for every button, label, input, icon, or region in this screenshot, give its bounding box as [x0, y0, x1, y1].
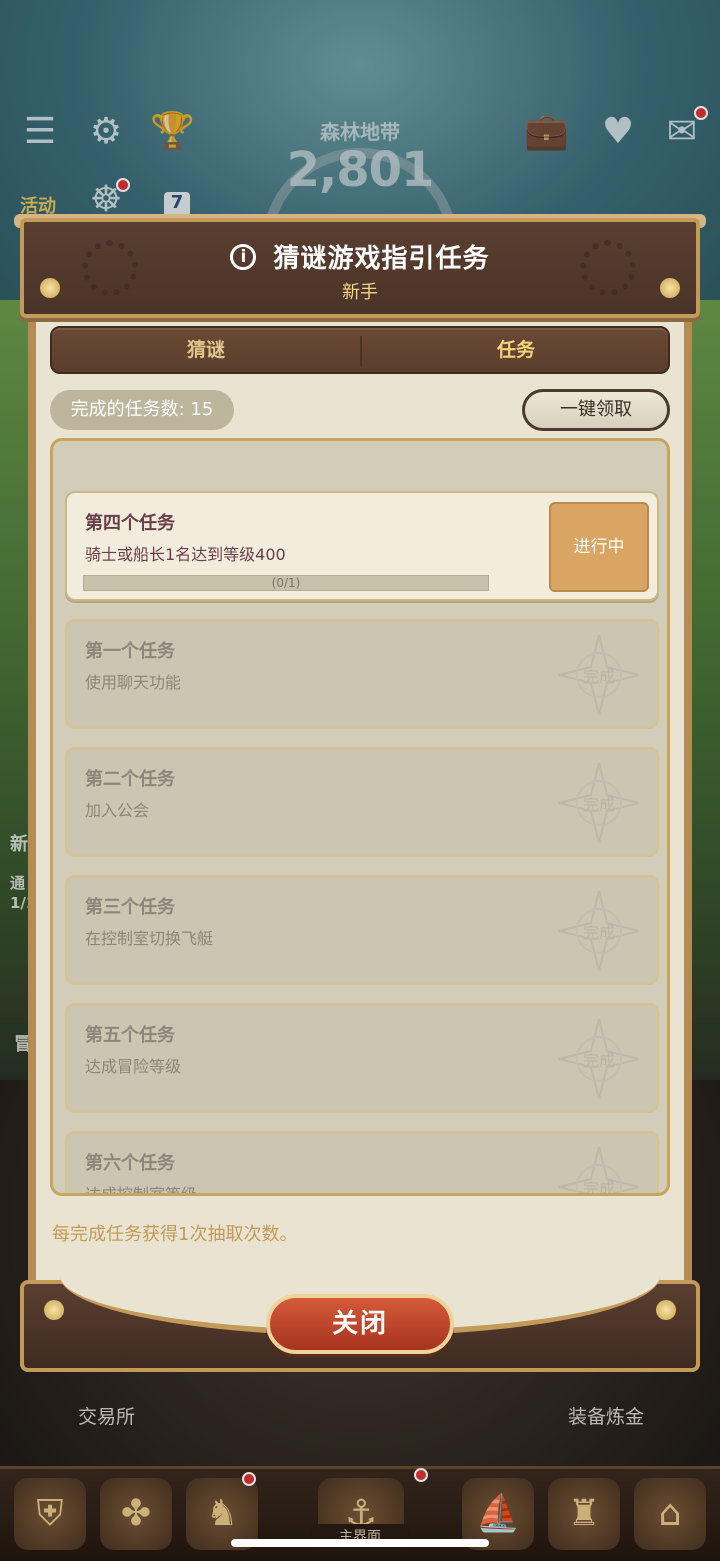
title-row: i 猜谜游戏指引任务	[20, 238, 700, 278]
info-icon[interactable]: i	[230, 243, 257, 270]
modal-subtitle: 新手	[342, 282, 378, 303]
task-card-done: 第二个任务 加入公会 完成	[65, 747, 659, 857]
task-desc: 加入公会	[85, 801, 150, 820]
claim-all-button[interactable]: 一键领取	[522, 389, 670, 431]
task-card-active: 第四个任务 骑士或船长1名达到等级400 (0/1) 进行中	[65, 491, 659, 601]
task-desc: 在控制室切换飞艇	[85, 929, 214, 948]
task-name: 第三个任务	[85, 897, 175, 918]
tab-puzzle[interactable]: 猜谜	[52, 328, 360, 372]
task-name: 第四个任务	[85, 513, 175, 534]
task-name: 第二个任务	[85, 769, 175, 790]
tab-bar: 猜谜 任务	[50, 326, 670, 374]
tab-mission[interactable]: 任务	[362, 328, 670, 372]
done-label: 完成	[582, 795, 615, 814]
task-desc: 使用聊天功能	[85, 673, 182, 692]
done-label: 完成	[582, 923, 615, 942]
compass-stamp-icon: 完成	[557, 1145, 641, 1196]
task-desc: 达成控制室等级	[85, 1185, 198, 1196]
bolt-bottom-left	[44, 1300, 64, 1320]
compass-stamp-icon: 完成	[557, 761, 641, 845]
done-label: 完成	[582, 1051, 615, 1070]
task-name: 第五个任务	[85, 1025, 175, 1046]
done-label: 完成	[582, 1179, 615, 1196]
in-progress-button[interactable]: 进行中	[549, 502, 649, 592]
bolt-bottom-right	[656, 1300, 676, 1320]
task-card-done: 第六个任务 达成控制室等级 完成	[65, 1131, 659, 1196]
compass-stamp-icon: 完成	[557, 1017, 641, 1101]
task-name: 第一个任务	[85, 641, 175, 662]
task-progress-text: (0/1)	[271, 576, 301, 590]
task-card-done: 第五个任务 达成冒险等级 完成	[65, 1003, 659, 1113]
reward-footnote: 每完成任务获得1次抽取次数。	[52, 1224, 298, 1245]
task-card-done: 第一个任务 使用聊天功能 完成	[65, 619, 659, 729]
done-label: 完成	[582, 667, 615, 686]
task-progress-bar: (0/1)	[83, 575, 489, 591]
task-card-done: 第三个任务 在控制室切换飞艇 完成	[65, 875, 659, 985]
compass-stamp-icon: 完成	[557, 633, 641, 717]
task-desc: 达成冒险等级	[85, 1057, 182, 1076]
close-button[interactable]: 关闭	[266, 1294, 454, 1354]
home-indicator[interactable]	[231, 1539, 489, 1547]
completed-count: 完成的任务数: 15	[50, 390, 234, 430]
modal-title: 猜谜游戏指引任务	[273, 244, 490, 274]
compass-stamp-icon: 完成	[557, 889, 641, 973]
task-name: 第六个任务	[85, 1153, 175, 1174]
task-desc: 骑士或船长1名达到等级400	[85, 545, 286, 564]
task-list[interactable]: 第四个任务 骑士或船长1名达到等级400 (0/1) 进行中 第一个任务 使用聊…	[50, 438, 670, 1196]
